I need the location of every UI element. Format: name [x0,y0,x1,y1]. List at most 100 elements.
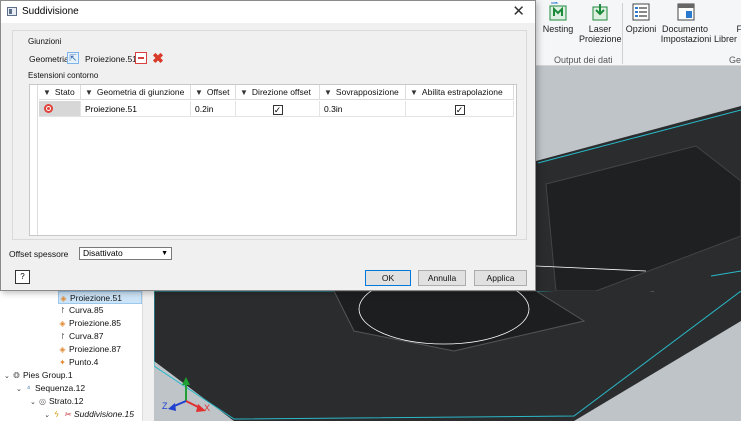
options-label: Opzioni [625,24,657,34]
tree-item-label: Sequenza.12 [35,383,86,393]
giunzioni-label: Giunzioni [28,37,62,46]
point-icon: ✦ [59,358,66,367]
gest-group-label: Gest [729,55,741,65]
suddivisione-dialog: Suddivisione ✕ Giunzioni Geometria ⇱ Pro… [0,0,536,291]
ribbon: Nesting Laser Proiezione Opzioni Documen… [536,0,741,66]
tree-item-label: Proiezione.85 [69,318,121,328]
column-header-offset[interactable]: ▼ Offset [191,85,236,100]
filter-icon[interactable]: ▼ [240,88,248,97]
filter-icon[interactable]: ▼ [324,88,332,97]
tree-item-proiezione-87[interactable]: ◈ Proiezione.87 [58,343,121,356]
tree-item-curva-85[interactable]: ↾ Curva.85 [58,304,104,317]
libraries-icon [719,2,739,22]
options-icon [631,2,651,22]
column-header-estrapolazione[interactable]: ▼ Abilita estrapolazione [406,85,514,100]
group-icon: ❂ [13,371,20,380]
curve-icon: ↾ [59,332,66,341]
estensioni-label: Estensioni contorno [28,71,99,80]
select-geometry-button[interactable]: ⇱ [67,52,79,64]
projection-icon: ◈ [59,345,66,354]
lightning-icon: ϟ [54,410,59,419]
sequence-icon: ⁴ [26,384,31,393]
dialog-window-icon [7,7,17,16]
libraries-label-line2: Librer [714,34,738,44]
tree-item-label: Pies Group.1 [23,370,73,380]
viewport-right[interactable] [535,66,741,292]
tree-item-suddivisione-15[interactable]: ⌄ ϟ ✂ Suddivisione.15 [44,408,134,421]
tree-item-label: Strato.12 [49,396,84,406]
tree-item-proiezione-51[interactable]: ◈ Proiezione.51 [58,291,142,304]
cell-direzione[interactable]: ✓ [236,101,320,117]
tree-item-label: Proiezione.51 [70,293,122,303]
column-header-stato[interactable]: ▼ Stato [39,85,81,100]
libraries-label-line1: F [736,24,741,34]
help-button[interactable]: ? [15,270,30,284]
filter-icon[interactable]: ▼ [43,88,51,97]
tree-item-label: Curva.85 [69,305,104,315]
nesting-label: Nesting [542,24,574,34]
nesting-button[interactable]: Nesting [542,0,574,34]
options-button[interactable]: Opzioni [625,2,657,34]
offset-spessore-select[interactable]: Disattivato ▼ [79,247,172,260]
column-header-geometria[interactable]: ▼ Geometria di giunzione [81,85,191,100]
ok-button[interactable]: OK [365,270,411,286]
annulla-button[interactable]: Annulla [418,270,466,286]
cursor-icon: ⇱ [69,53,77,63]
tree-item-label: Suddivisione.15 [74,409,135,419]
row-header-column [30,85,38,235]
collapse-chevron-icon[interactable]: ⌄ [44,409,52,421]
tree-item-curva-87[interactable]: ↾ Curva.87 [58,330,104,343]
estensioni-table: ▼ Stato ▼ Geometria di giunzione ▼ Offset ▼… [29,84,517,236]
direzione-offset-checkbox[interactable]: ✓ [272,104,283,115]
cell-estrapolazione[interactable]: ✓ [406,101,514,117]
axis-z-label: Z [162,401,168,411]
tree-item-pies-group-1[interactable]: ⌄ ❂ Pies Group.1 [4,369,73,382]
tree-scrollbar[interactable] [142,291,154,421]
libraries-button[interactable]: F Librer [714,2,741,44]
axis-triad: Z X [162,371,211,416]
cell-offset[interactable]: 0.2in [191,101,236,117]
output-group-label: Output dei dati [554,55,613,65]
model-browser-tree: ◈ Proiezione.51 ↾ Curva.85 ◈ Proiezione.85 … [0,291,150,421]
tree-item-proiezione-85[interactable]: ◈ Proiezione.85 [58,317,121,330]
column-header-sovrapposizione[interactable]: ▼ Sovrapposizione [320,85,406,100]
document-label-line2: Impostazioni [660,34,712,44]
filter-icon[interactable]: ▼ [410,88,418,97]
split-icon: ✂ [64,410,71,419]
delete-icon[interactable]: ✖ [151,51,165,65]
tree-item-sequenza-12[interactable]: ⌄ ⁴ Sequenza.12 [16,382,85,395]
ribbon-group-separator [622,54,623,64]
abilita-estrapolazione-checkbox[interactable]: ✓ [454,104,465,115]
cell-geometria[interactable]: Proiezione.51 [81,101,191,117]
offset-spessore-label: Offset spessore [9,249,69,259]
geometria-value: Proiezione.51 [85,54,137,64]
tree-item-label: Curva.87 [69,331,104,341]
filter-icon[interactable]: ▼ [195,88,203,97]
3d-viewport[interactable]: Z X [153,270,741,421]
curve-icon: ↾ [59,306,66,315]
laser-label-line1: Laser [588,24,612,34]
cell-stato[interactable] [39,101,81,117]
dialog-title: Suddivisione [22,6,79,17]
cell-sovrapposizione[interactable]: 0.3in [320,101,406,117]
ply-icon: ◎ [39,397,46,406]
tree-item-strato-12[interactable]: ⌄ ◎ Strato.12 [30,395,84,408]
document-settings-button[interactable]: Documento Impostazioni [660,2,712,44]
column-header-direzione[interactable]: ▼ Direzione offset [236,85,320,100]
collapse-chevron-icon[interactable]: ⌄ [4,370,12,383]
document-label-line1: Documento [662,24,709,34]
offset-spessore-value: Disattivato [83,248,123,258]
laser-projection-icon [590,2,610,22]
filter-icon[interactable]: ▼ [85,88,93,97]
dialog-titlebar[interactable]: Suddivisione ✕ [1,1,535,23]
remove-geometry-button[interactable] [135,52,147,64]
applica-button[interactable]: Applica [474,270,527,286]
tree-item-punto-4[interactable]: ✦ Punto.4 [58,356,98,369]
dropdown-arrow-icon: ▼ [161,250,168,257]
document-settings-icon [676,2,696,22]
laser-projection-button[interactable]: Laser Proiezione [579,2,622,44]
collapse-chevron-icon[interactable]: ⌄ [16,383,24,396]
close-icon[interactable]: ✕ [512,2,525,20]
geometria-label: Geometria [29,54,69,64]
collapse-chevron-icon[interactable]: ⌄ [30,396,38,409]
